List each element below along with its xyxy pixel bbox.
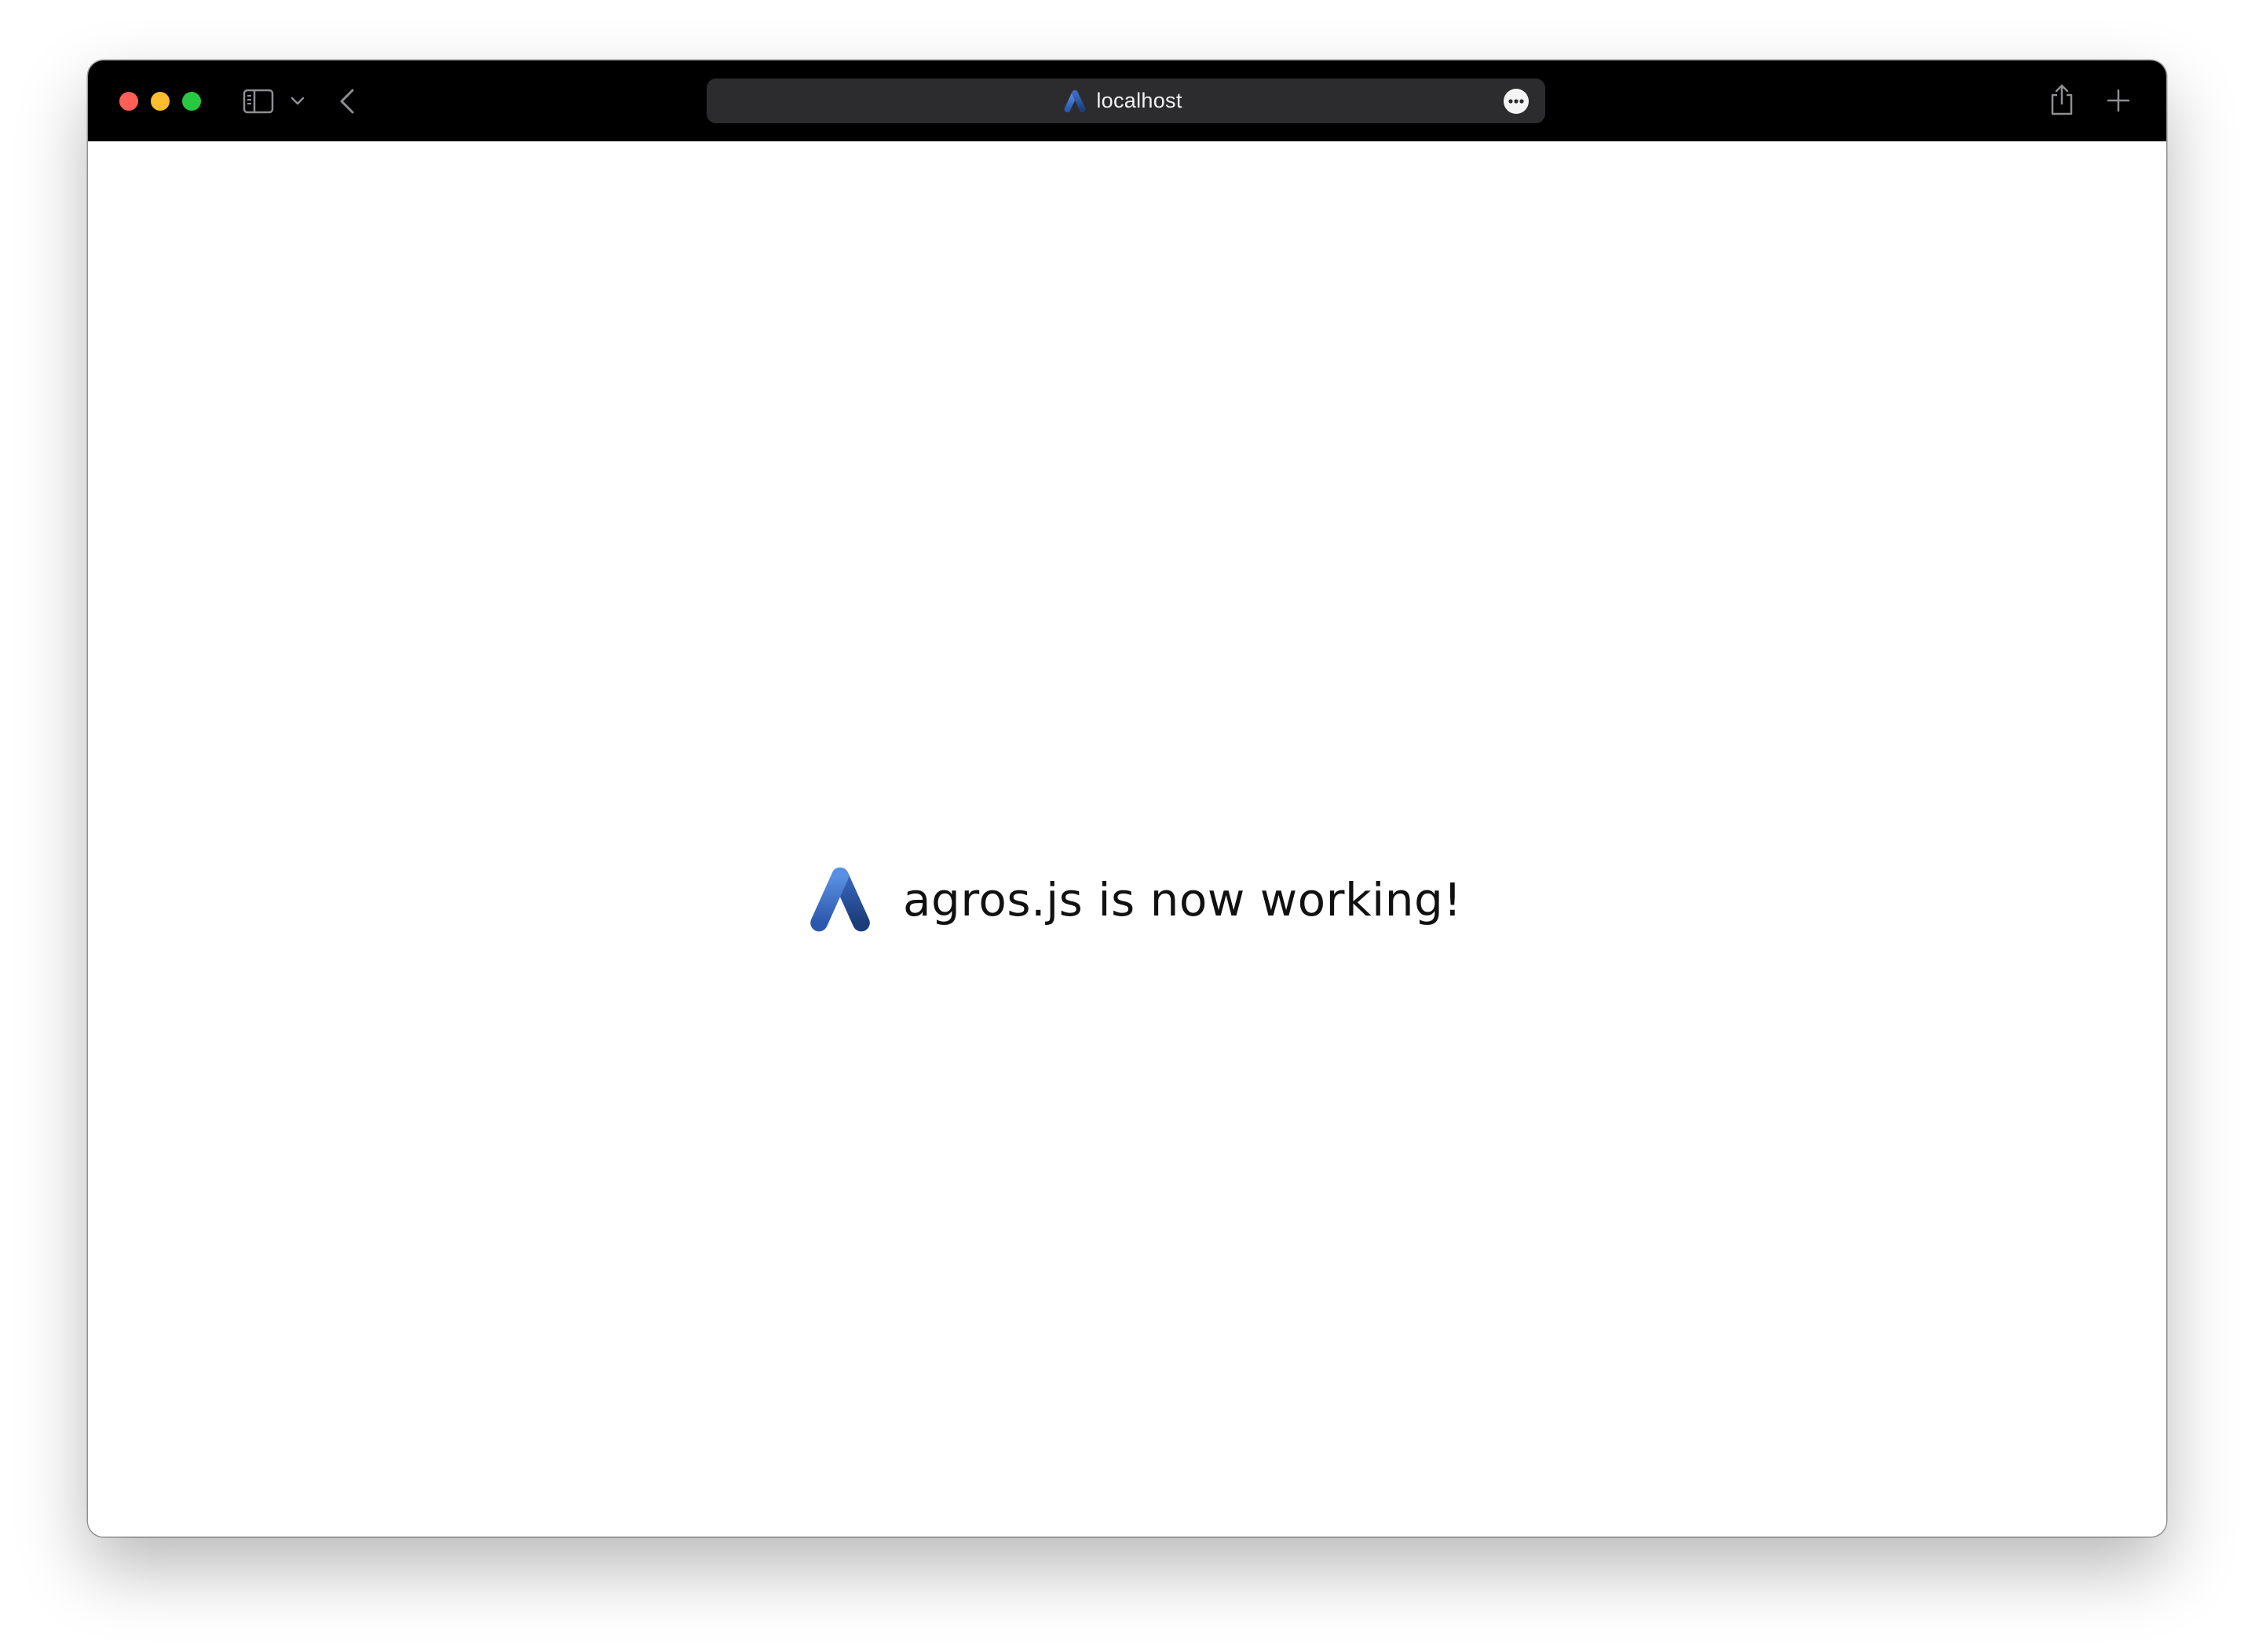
back-arrow-icon xyxy=(340,89,354,114)
share-button[interactable] xyxy=(2043,78,2081,122)
address-bar[interactable]: localhost xyxy=(707,79,1545,123)
new-tab-button[interactable] xyxy=(2100,81,2137,120)
tab-groups-menu-button[interactable] xyxy=(287,90,308,113)
sidebar-toggle-button[interactable] xyxy=(240,84,276,119)
page-content: agros.js is now working! xyxy=(88,141,2166,1537)
headline: agros.js is now working! xyxy=(903,873,1463,927)
agros-logo-icon xyxy=(1064,90,1086,112)
browser-window: localhost agros.js is now working! xyxy=(88,60,2166,1537)
plus-icon xyxy=(2107,89,2130,112)
hero-message: agros.js is now working! xyxy=(807,864,1462,935)
close-window-button[interactable] xyxy=(119,92,138,111)
back-button[interactable] xyxy=(333,82,361,120)
zoom-window-button[interactable] xyxy=(182,92,201,111)
sidebar-icon xyxy=(243,89,274,114)
screenshot-stage: localhost agros.js is now working! xyxy=(0,0,2255,1652)
address-bar-content: localhost xyxy=(707,79,1545,123)
page-menu-button[interactable] xyxy=(1504,89,1529,114)
url-text: localhost xyxy=(1096,89,1182,112)
browser-toolbar: localhost xyxy=(88,60,2166,141)
agros-logo-icon xyxy=(810,867,870,932)
chevron-down-icon xyxy=(291,97,305,105)
ellipsis-circle-icon xyxy=(1508,99,1524,104)
share-icon xyxy=(2051,84,2073,115)
minimize-window-button[interactable] xyxy=(151,92,170,111)
